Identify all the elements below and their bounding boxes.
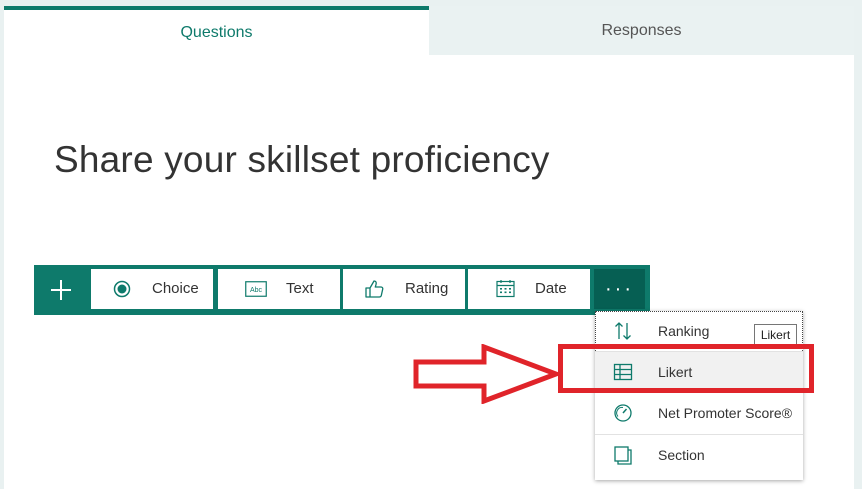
- tab-questions-label: Questions: [180, 23, 253, 41]
- date-button[interactable]: Date: [468, 269, 590, 309]
- menu-item-net-promoter-score[interactable]: Net Promoter Score®: [595, 393, 803, 433]
- radio-icon: [113, 280, 131, 298]
- menu-item-likert[interactable]: Likert: [595, 352, 803, 392]
- rating-label: Rating: [405, 280, 449, 297]
- thumbs-up-icon: [364, 279, 384, 299]
- text-button[interactable]: Abc Text: [218, 269, 340, 309]
- form-editor-page: Questions Responses Share your skillset …: [4, 6, 854, 489]
- form-title[interactable]: Share your skillset proficiency: [54, 139, 550, 181]
- plus-icon: [51, 280, 71, 300]
- likert-icon: [613, 363, 633, 381]
- menu-item-section[interactable]: Section: [595, 435, 803, 475]
- rating-button[interactable]: Rating: [343, 269, 465, 309]
- choice-button[interactable]: Choice: [91, 269, 213, 309]
- menu-item-section-label: Section: [658, 447, 705, 463]
- section-icon: [614, 446, 632, 465]
- more-question-types-button[interactable]: ···: [594, 269, 645, 309]
- tab-responses[interactable]: Responses: [429, 6, 854, 55]
- tab-questions[interactable]: Questions: [4, 6, 429, 55]
- gauge-icon: [614, 404, 632, 422]
- abc-icon: Abc: [245, 281, 267, 297]
- menu-item-ranking-label: Ranking: [658, 323, 710, 339]
- likert-tooltip: Likert: [754, 324, 797, 346]
- question-type-toolbar: Choice Abc Text Rating Date ···: [34, 265, 650, 315]
- choice-label: Choice: [152, 280, 199, 297]
- text-label: Text: [286, 280, 314, 297]
- add-question-button[interactable]: [34, 265, 88, 315]
- menu-item-likert-label: Likert: [658, 364, 693, 380]
- date-label: Date: [535, 280, 567, 297]
- tab-responses-label: Responses: [601, 21, 682, 39]
- menu-item-net-promoter-score-label: Net Promoter Score®: [658, 405, 793, 421]
- calendar-icon: [496, 279, 515, 298]
- more-icon: ···: [605, 277, 634, 300]
- svg-text:Abc: Abc: [250, 287, 263, 294]
- ranking-icon: [615, 322, 631, 340]
